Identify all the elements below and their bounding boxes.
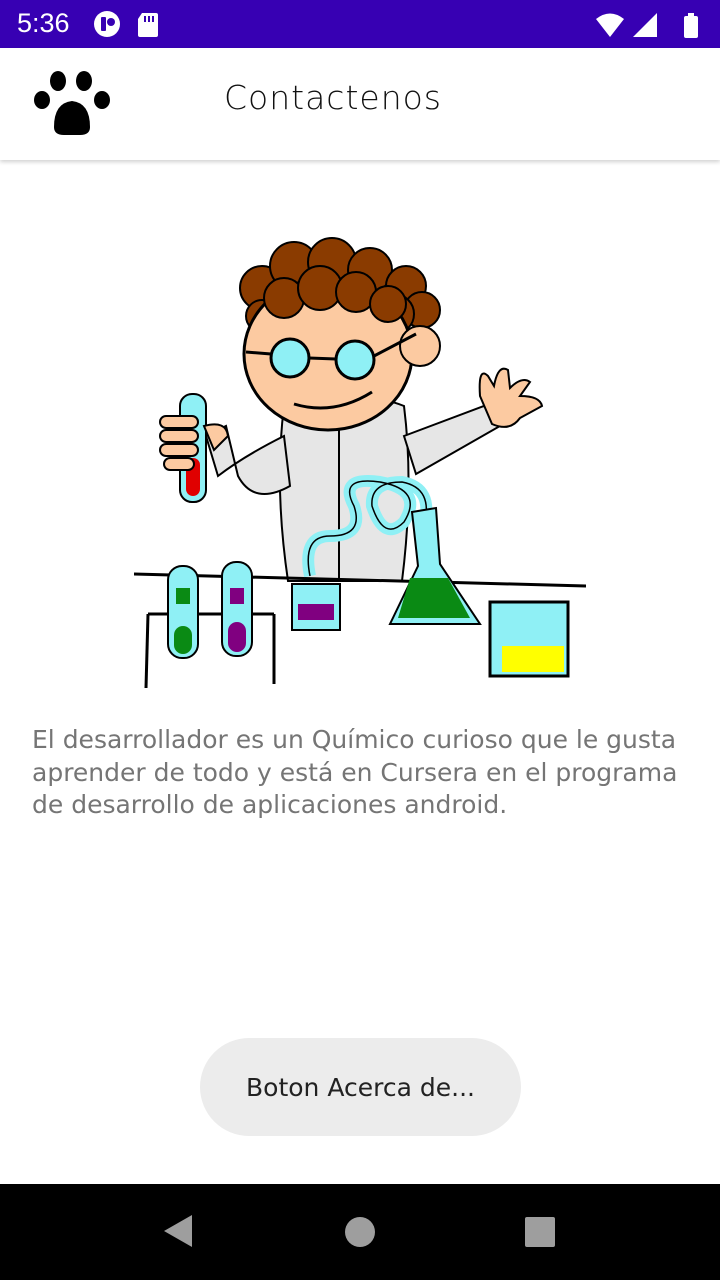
wifi-icon (596, 13, 624, 37)
toast-text: Boton Acerca de... (246, 1072, 475, 1102)
right-hand (478, 367, 544, 428)
developer-description: El desarrollador es un Químico curioso q… (32, 725, 678, 819)
test-tube-rack (144, 561, 276, 688)
battery-cap (688, 13, 694, 17)
battery-frame (684, 16, 698, 38)
home-icon[interactable] (344, 1216, 376, 1248)
navigation-bar (0, 1184, 720, 1280)
app-bar: Contactenos (0, 48, 720, 160)
chemist-illustration (134, 237, 586, 688)
page-title: Contactenos (224, 78, 442, 117)
toast-message: Boton Acerca de... (200, 1038, 521, 1136)
status-time: 5:36 (17, 8, 70, 38)
status-icons-right (596, 10, 706, 44)
app-notification-icon (94, 11, 120, 37)
paw-icon[interactable] (32, 69, 112, 137)
recents-icon[interactable] (525, 1217, 555, 1247)
status-bar: 5:36 (0, 0, 720, 48)
sd-card-icon (138, 13, 158, 37)
cell-signal-icon (633, 13, 657, 37)
status-icons-left (94, 10, 174, 44)
back-icon[interactable] (162, 1214, 194, 1248)
right-arm (402, 404, 502, 476)
